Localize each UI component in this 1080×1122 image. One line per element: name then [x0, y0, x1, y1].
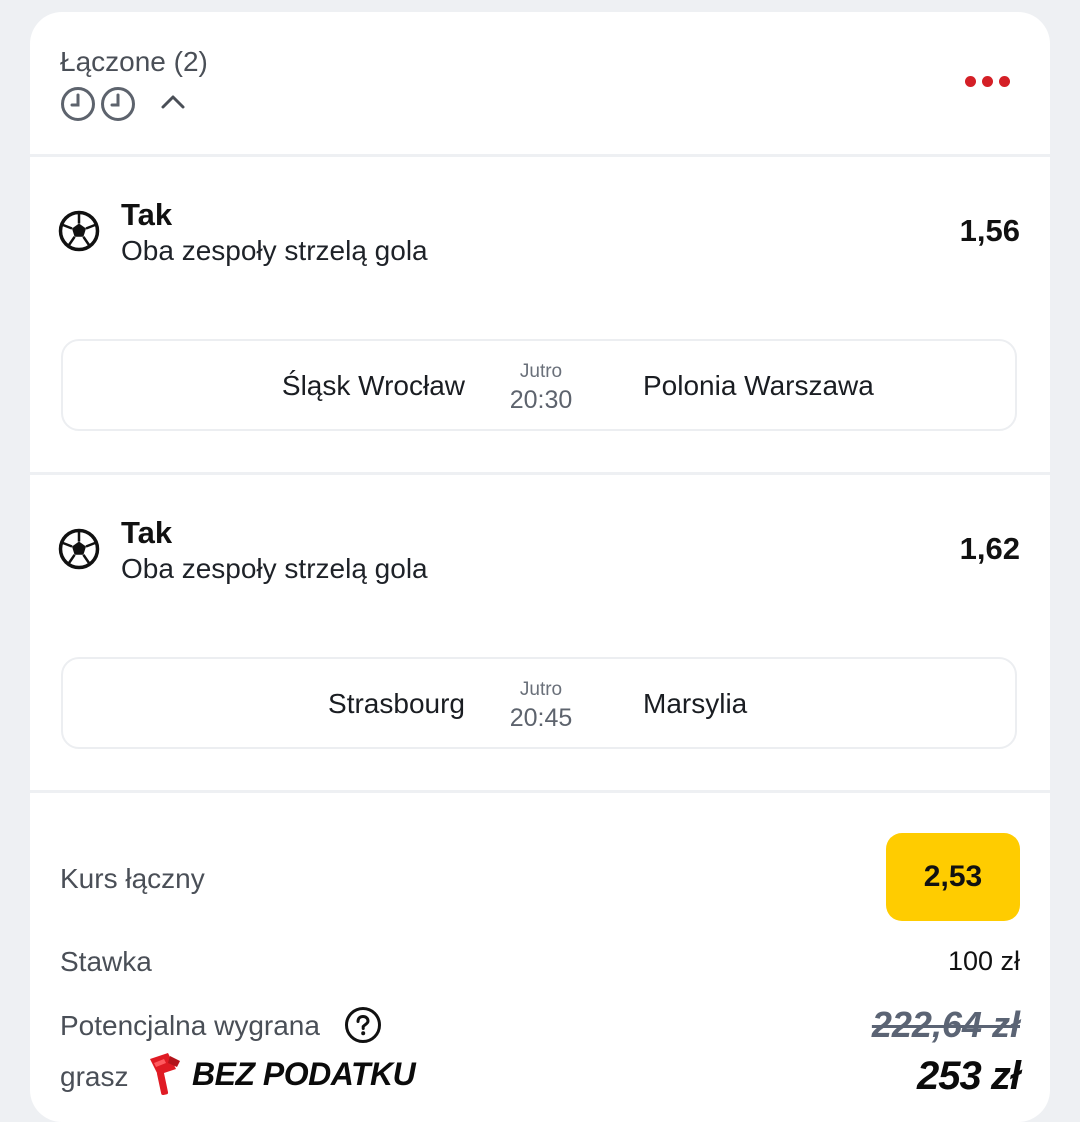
selection-market: Oba zespoły strzelą gola [121, 553, 428, 584]
selection-market: Oba zespoły strzelą gola [121, 235, 428, 266]
football-icon [58, 210, 100, 257]
match-box[interactable]: Strasbourg Jutro 20:45 Marsylia [61, 657, 1017, 749]
total-odds-label: Kurs łączny [60, 863, 205, 894]
match-day: Jutro [519, 679, 563, 700]
grasz-label: grasz [60, 1061, 129, 1092]
selection-pick: Tak [121, 197, 173, 232]
clock-icon [60, 86, 96, 122]
away-team: Polonia Warszawa [643, 370, 874, 401]
home-team: Strasbourg [328, 688, 465, 719]
potential-win-new: 253 zł [917, 1054, 1021, 1098]
betslip-title: Łączone (2) [60, 46, 208, 77]
question-icon[interactable] [344, 1006, 382, 1049]
hammer-icon [146, 1053, 182, 1102]
potential-win-old: 222,64 zł [871, 1004, 1020, 1045]
betslip-header[interactable]: Łączone (2) [30, 12, 1050, 154]
stake-label: Stawka [60, 946, 152, 977]
selection-odd: 1,62 [959, 531, 1020, 566]
selection-odd: 1,56 [959, 213, 1020, 248]
more-icon[interactable] [965, 76, 1010, 87]
stake-value[interactable]: 100 zł [948, 946, 1020, 977]
selection-item: Tak Oba zespoły strzelą gola 1,62 Strasb… [30, 475, 1050, 790]
selection-item: Tak Oba zespoły strzelą gola 1,56 Śląsk … [30, 157, 1050, 472]
match-box[interactable]: Śląsk Wrocław Jutro 20:30 Polonia Warsza… [61, 339, 1017, 431]
home-team: Śląsk Wrocław [281, 370, 465, 401]
tax-free-label: BEZ PODATKU [192, 1056, 416, 1092]
header-icons [60, 86, 188, 122]
potential-win-label: Potencjalna wygrana [60, 1010, 320, 1041]
match-day: Jutro [519, 361, 563, 382]
betslip-summary: Kurs łączny 2,53 Stawka 100 zł Potencjal… [30, 793, 1050, 1122]
match-time: 20:45 [509, 704, 573, 732]
selection-pick: Tak [121, 515, 173, 550]
betslip-card: Łączone (2) Tak Oba zespoły strzelą gola [30, 12, 1050, 1122]
football-icon [58, 528, 100, 575]
away-team: Marsylia [643, 688, 748, 719]
total-odds-badge: 2,53 [886, 833, 1020, 921]
clock-icon [100, 86, 136, 122]
chevron-up-icon[interactable] [158, 87, 188, 122]
match-time: 20:30 [509, 386, 573, 414]
